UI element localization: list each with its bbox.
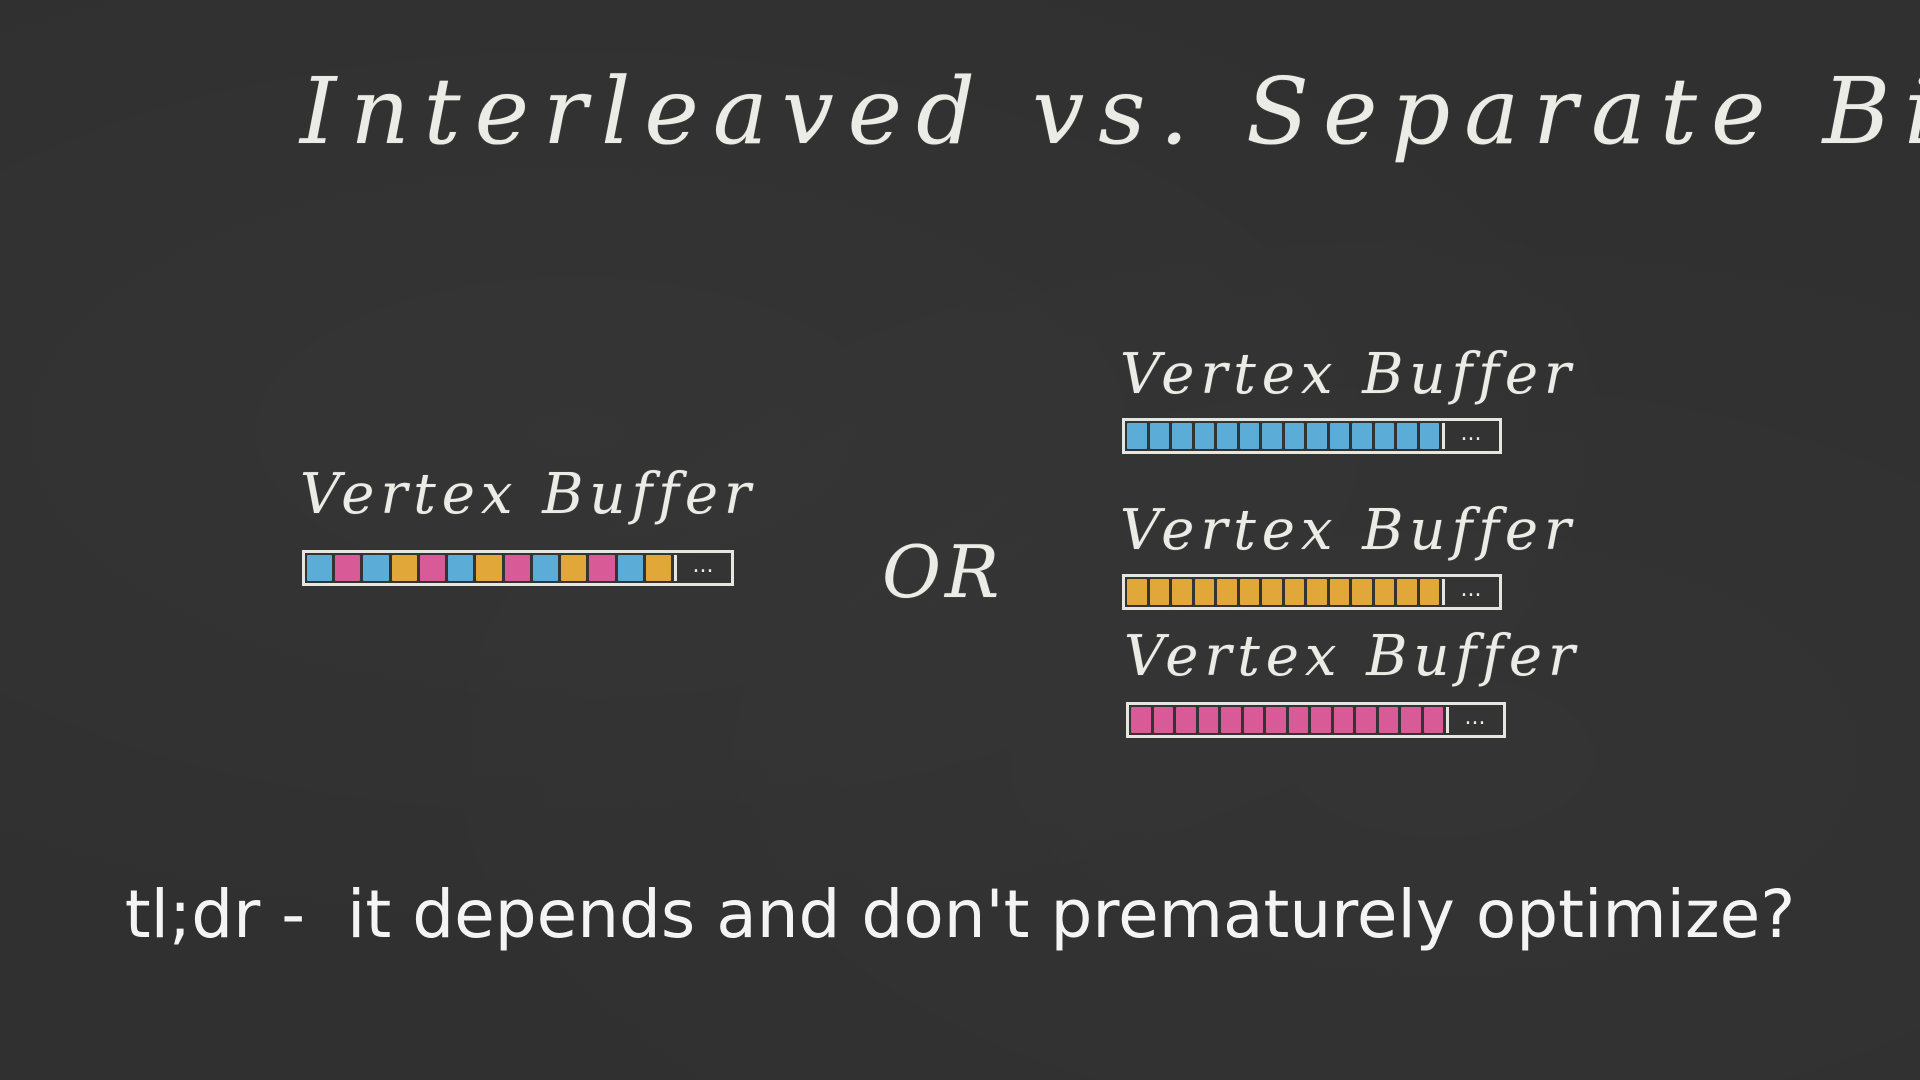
buffer-cell-yellow [1397,579,1417,605]
buffer-cell-blue [532,555,559,581]
buffer-cell-pink [335,555,361,581]
buffer-cell-yellow [1329,579,1349,605]
buffer-cell-pink [1176,707,1196,733]
buffer-cell-blue [1172,423,1192,449]
separate-buffer-label-3: Vertex Buffer [1124,624,1581,689]
buffer-cell-blue [1284,423,1304,449]
buffer-cell-pink [1198,707,1218,733]
buffer-cell-yellow [1352,579,1372,605]
buffer-cell-blue [1397,423,1417,449]
buffer-cell-blue [1352,423,1372,449]
buffer-cell-blue [1307,423,1327,449]
buffer-cell-blue [1374,423,1394,449]
buffer-cell-blue [1329,423,1349,449]
buffer-cell-blue [1419,423,1439,449]
buffer-cell-blue [1239,423,1259,449]
separate-buffer-label-2: Vertex Buffer [1120,498,1577,563]
separate-buffer-label-1: Vertex Buffer [1120,342,1577,407]
buffer-cell-blue [1194,423,1214,449]
buffer-cell-pink [1153,707,1173,733]
buffer-cell-yellow [1374,579,1394,605]
buffer-cell-yellow [561,555,587,581]
buffer-cell-blue [1127,423,1147,449]
buffer-cell-yellow [1217,579,1237,605]
buffer-cell-yellow [1307,579,1327,605]
buffer-cell-yellow [1262,579,1282,605]
separate-vertex-buffer-yellow: ... [1122,574,1502,610]
buffer-ellipsis: ... [1446,707,1501,733]
buffer-cell-pink [504,555,530,581]
buffer-cell-blue [617,555,643,581]
buffer-cell-pink [1131,707,1151,733]
buffer-cell-pink [1378,707,1398,733]
buffer-cell-pink [419,555,446,581]
buffer-ellipsis: ... [1442,423,1497,449]
buffer-ellipsis: ... [674,555,729,581]
separate-vertex-buffer-blue: ... [1122,418,1502,454]
tldr-caption: tl;dr - it depends and don't prematurely… [124,876,1796,953]
buffer-cell-pink [1221,707,1241,733]
buffer-cell-yellow [1194,579,1214,605]
buffer-cell-blue [1149,423,1169,449]
buffer-cell-pink [1333,707,1353,733]
buffer-cell-yellow [1284,579,1304,605]
buffer-cell-yellow [1239,579,1259,605]
buffer-cell-pink [1266,707,1286,733]
slide-title: Interleaved vs. Separate Bindings ? [300,58,1920,165]
buffer-cell-yellow [1419,579,1439,605]
buffer-cell-yellow [391,555,417,581]
buffer-cell-pink [1288,707,1308,733]
buffer-cell-pink [1311,707,1331,733]
buffer-cell-blue [1217,423,1237,449]
interleaved-vertex-buffer: ... [302,550,734,586]
buffer-cell-yellow [476,555,502,581]
buffer-ellipsis: ... [1442,579,1497,605]
buffer-cell-yellow [1172,579,1192,605]
separate-vertex-buffer-pink: ... [1126,702,1506,738]
buffer-cell-blue [448,555,474,581]
buffer-cell-pink [1401,707,1421,733]
buffer-cell-pink [1423,707,1443,733]
buffer-cell-yellow [1149,579,1169,605]
buffer-cell-pink [1243,707,1263,733]
buffer-cell-blue [1262,423,1282,449]
buffer-cell-yellow [645,555,672,581]
buffer-cell-pink [1356,707,1376,733]
or-label: OR [882,530,1004,614]
buffer-cell-blue [307,555,333,581]
buffer-cell-yellow [1127,579,1147,605]
slide: Interleaved vs. Separate Bindings ? Vert… [0,0,1920,1080]
buffer-cell-pink [589,555,615,581]
buffer-cell-blue [363,555,389,581]
interleaved-buffer-label: Vertex Buffer [300,462,757,527]
